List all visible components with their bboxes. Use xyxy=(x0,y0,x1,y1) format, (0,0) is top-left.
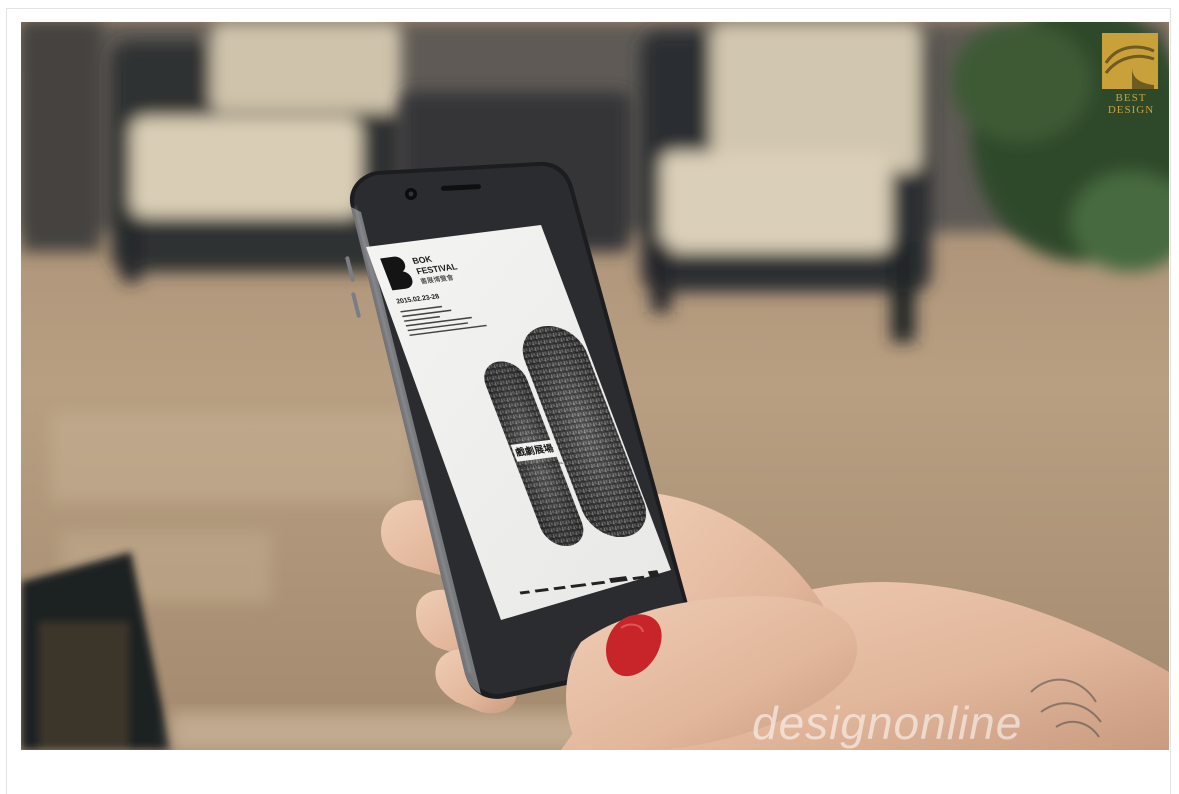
photo-scene: BOK FESTIVAL 書展博覽會 2015.02.23-28 戲劇展場 BO… xyxy=(21,22,1169,750)
best-design-logo-text: BEST DESIGN xyxy=(1098,92,1164,116)
logo-line2: DESIGN xyxy=(1107,104,1155,116)
photo: BOK FESTIVAL 書展博覽會 2015.02.23-28 戲劇展場 BO… xyxy=(21,22,1169,750)
logo-line1: BEST xyxy=(1115,92,1147,104)
watermark-text: designonline xyxy=(752,697,1023,749)
watermark: designonline xyxy=(752,696,1152,752)
